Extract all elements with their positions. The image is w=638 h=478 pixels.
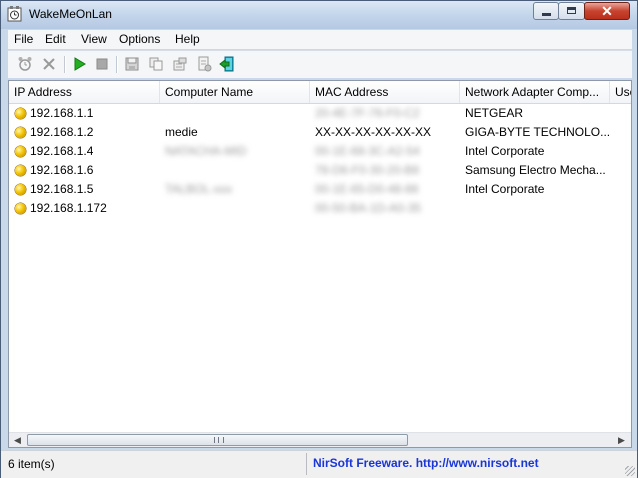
menu-view[interactable]: View bbox=[79, 32, 109, 46]
alarm-clock-icon[interactable] bbox=[7, 6, 23, 22]
nirsoft-link[interactable]: NirSoft Freeware. http://www.nirsoft.net bbox=[313, 456, 539, 470]
cell-mac: 00-50-BA-1D-A0-35 bbox=[315, 201, 422, 215]
cell-ip: 192.168.1.1 bbox=[30, 106, 94, 120]
toolbar bbox=[8, 50, 632, 78]
status-dot-icon bbox=[15, 184, 26, 195]
scroll-right-icon[interactable]: ▶ bbox=[616, 435, 627, 446]
status-dot-icon bbox=[15, 165, 26, 176]
menu-options[interactable]: Options bbox=[117, 32, 162, 46]
table-row[interactable]: 192.168.1.2 medie XX-XX-XX-XX-XX-XX GIGA… bbox=[9, 123, 631, 142]
maximize-icon bbox=[567, 7, 576, 14]
column-network-adapter-company[interactable]: Network Adapter Comp... bbox=[460, 81, 610, 103]
scrollbar-thumb[interactable] bbox=[27, 434, 408, 446]
cell-mac: 78-D6-F0-30-20-B8 bbox=[315, 163, 420, 177]
app-window: WakeMeOnLan ✕ File Edit View Options Hel… bbox=[0, 0, 638, 478]
table-row[interactable]: 192.168.1.172 00-50-BA-1D-A0-35 bbox=[9, 199, 631, 218]
menu-help[interactable]: Help bbox=[173, 32, 202, 46]
table-row[interactable]: 192.168.1.4 NATACHA-MID 00-1E-68-3C-A2-5… bbox=[9, 142, 631, 161]
stop-icon[interactable] bbox=[93, 55, 111, 73]
column-mac-address[interactable]: MAC Address bbox=[310, 81, 460, 103]
table-row[interactable]: 192.168.1.5 TALBOL-xxx 00-1E-65-D0-48-88… bbox=[9, 180, 631, 199]
cell-ip: 192.168.1.2 bbox=[30, 125, 94, 139]
status-dot-icon bbox=[15, 203, 26, 214]
copy-icon[interactable] bbox=[147, 55, 165, 73]
cell-adapter: Samsung Electro Mecha... bbox=[465, 163, 606, 177]
delete-icon[interactable] bbox=[40, 55, 58, 73]
save-icon[interactable] bbox=[123, 55, 141, 73]
device-list[interactable]: IP Address Computer Name MAC Address Net… bbox=[8, 80, 632, 448]
cell-computer-name: NATACHA-MID bbox=[165, 144, 247, 158]
cell-adapter: NETGEAR bbox=[465, 106, 524, 120]
start-scanning-icon[interactable] bbox=[16, 55, 34, 73]
cell-mac: 00-1E-65-D0-48-88 bbox=[315, 182, 419, 196]
resize-grip-icon[interactable] bbox=[625, 466, 635, 476]
status-separator bbox=[306, 453, 307, 475]
cell-ip: 192.168.1.4 bbox=[30, 144, 94, 158]
cell-computer-name: TALBOL-xxx bbox=[165, 182, 233, 196]
cell-ip: 192.168.1.5 bbox=[30, 182, 94, 196]
cell-adapter: GIGA-BYTE TECHNOLO... bbox=[465, 125, 611, 139]
minimize-button[interactable] bbox=[533, 2, 559, 20]
cell-computer-name: medie bbox=[165, 125, 198, 139]
horizontal-scrollbar[interactable]: ◀ ▶ bbox=[9, 432, 631, 447]
table-row[interactable]: 192.168.1.6 78-D6-F0-30-20-B8 Samsung El… bbox=[9, 161, 631, 180]
column-computer-name[interactable]: Computer Name bbox=[160, 81, 310, 103]
properties-icon[interactable] bbox=[171, 55, 189, 73]
html-report-icon[interactable] bbox=[195, 55, 213, 73]
list-header: IP Address Computer Name MAC Address Net… bbox=[9, 81, 631, 104]
title-bar[interactable]: WakeMeOnLan ✕ bbox=[1, 1, 637, 29]
minimize-icon bbox=[542, 13, 551, 16]
close-button[interactable]: ✕ bbox=[584, 2, 630, 20]
status-bar: 6 item(s) NirSoft Freeware. http://www.n… bbox=[1, 450, 637, 478]
cell-mac: 00-1E-68-3C-A2-54 bbox=[315, 144, 420, 158]
menu-file[interactable]: File bbox=[12, 32, 35, 46]
cell-mac: 20-4E-7F-76-F0-C2 bbox=[315, 106, 420, 120]
toolbar-separator bbox=[116, 56, 118, 73]
toolbar-separator bbox=[64, 56, 66, 73]
cell-ip: 192.168.1.6 bbox=[30, 163, 94, 177]
exit-icon[interactable] bbox=[218, 55, 236, 73]
cell-ip: 192.168.1.172 bbox=[30, 201, 107, 215]
status-dot-icon bbox=[15, 127, 26, 138]
window-title: WakeMeOnLan bbox=[29, 7, 112, 21]
wake-up-play-icon[interactable] bbox=[70, 55, 88, 73]
scroll-left-icon[interactable]: ◀ bbox=[12, 435, 23, 446]
status-dot-icon bbox=[15, 108, 26, 119]
menu-edit[interactable]: Edit bbox=[43, 32, 68, 46]
item-count: 6 item(s) bbox=[8, 457, 55, 471]
maximize-button[interactable] bbox=[558, 2, 585, 20]
grip-icon bbox=[214, 437, 224, 443]
cell-adapter: Intel Corporate bbox=[465, 144, 545, 158]
table-row[interactable]: 192.168.1.1 20-4E-7F-76-F0-C2 NETGEAR bbox=[9, 104, 631, 123]
close-icon: ✕ bbox=[601, 3, 613, 19]
column-user-text[interactable]: Use bbox=[610, 81, 631, 103]
column-ip-address[interactable]: IP Address bbox=[9, 81, 160, 103]
menu-bar: File Edit View Options Help bbox=[8, 30, 632, 49]
cell-mac: XX-XX-XX-XX-XX-XX bbox=[315, 125, 432, 139]
cell-adapter: Intel Corporate bbox=[465, 182, 545, 196]
status-dot-icon bbox=[15, 146, 26, 157]
